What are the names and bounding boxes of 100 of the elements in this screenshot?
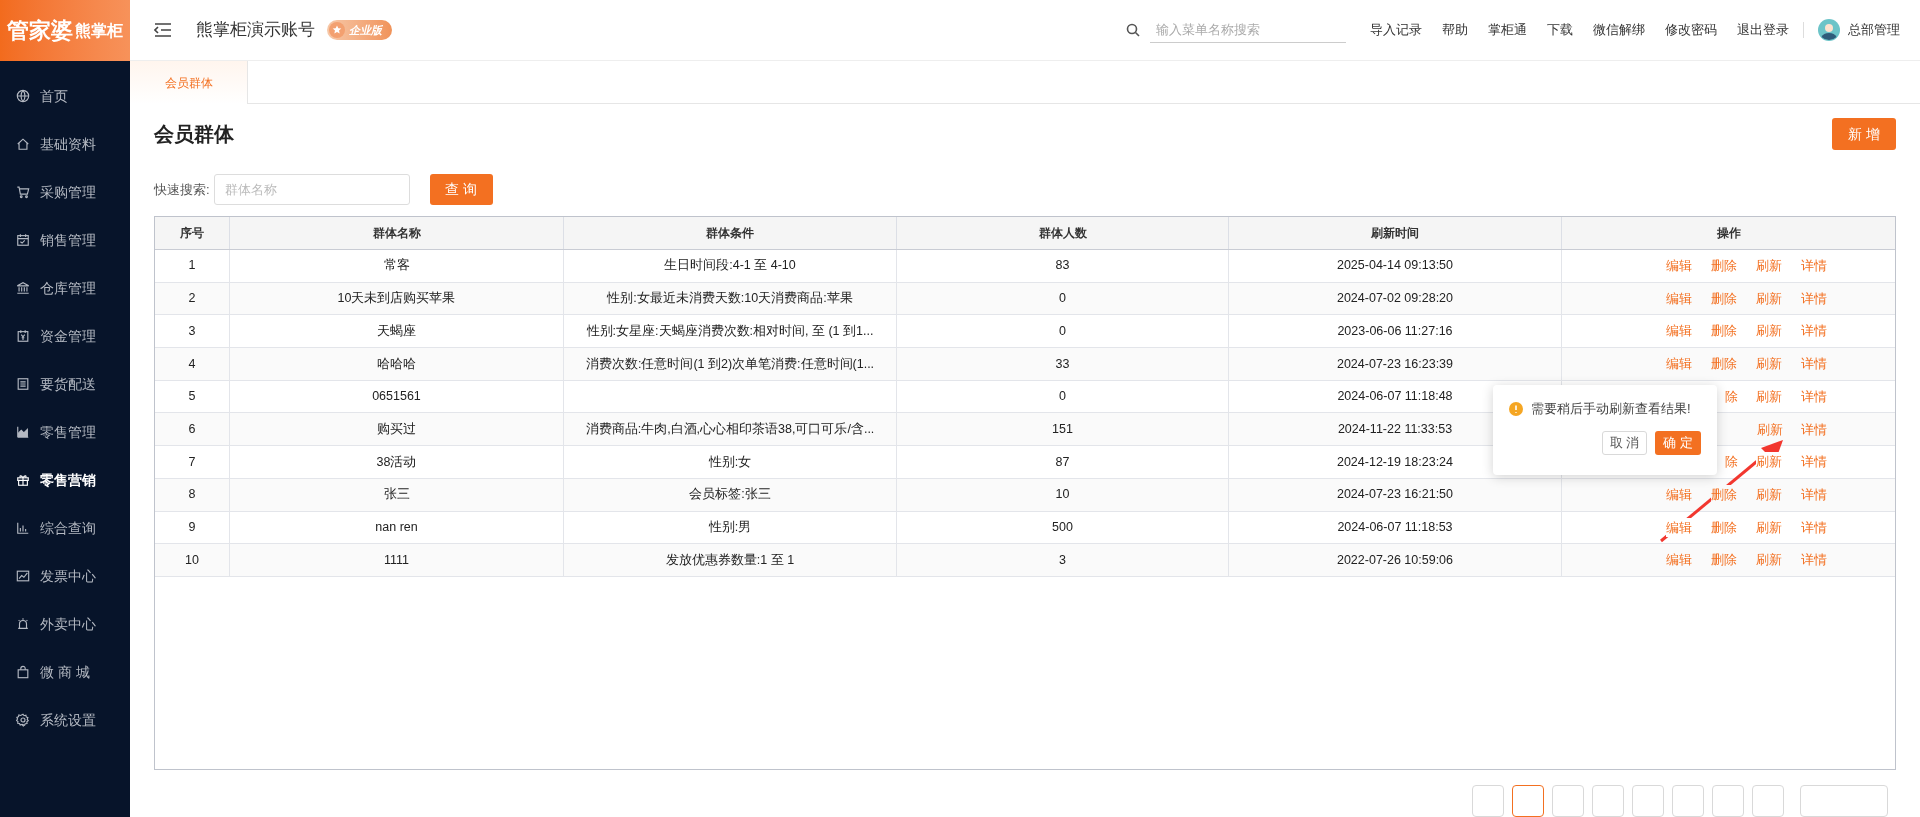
confirm-button[interactable]: 确 定 xyxy=(1655,430,1701,455)
action-link[interactable]: 编辑 xyxy=(1665,517,1692,538)
sidebar-item[interactable]: 基础资料 xyxy=(0,120,130,168)
table-cell-text: 2024-12-19 18:23:24 xyxy=(1336,453,1454,471)
action-link[interactable]: 删除 xyxy=(1710,484,1737,505)
bag-icon xyxy=(16,665,30,679)
table-cell-text: 2024-06-07 11:18:48 xyxy=(1337,388,1453,406)
table-cell-text: 0651561 xyxy=(372,388,421,406)
table-cell-text: 5 xyxy=(188,388,196,406)
group-name-field[interactable]: 群体名称 xyxy=(213,174,410,205)
table-cell-text: 张三 xyxy=(383,486,410,504)
sidebar-item[interactable]: 仓库管理 xyxy=(0,264,130,312)
table-cell-text: 2023-06-06 11:27:16 xyxy=(1337,322,1453,340)
table-cell-text: 2022-07-26 10:59:06 xyxy=(1336,551,1454,569)
page-size-select[interactable] xyxy=(1800,785,1888,817)
table-cell-text: 500 xyxy=(1052,518,1073,536)
table-cell-text: 10天未到店购买苹果 xyxy=(337,290,456,308)
table-cell-text: 7 xyxy=(188,453,196,471)
page-tab[interactable]: 会员群体 xyxy=(130,61,248,104)
table-cell-text: 10 xyxy=(1055,486,1070,504)
table-cell-text: 0 xyxy=(1059,290,1066,308)
house-icon xyxy=(16,137,30,151)
sidebar-item[interactable]: 采购管理 xyxy=(0,168,130,216)
table-cell-text: nan ren xyxy=(375,518,418,536)
sidebar-item[interactable]: 发票中心 xyxy=(0,552,130,600)
avatar-icon[interactable] xyxy=(1818,19,1840,41)
table-cell-text: 哈哈哈 xyxy=(377,355,416,373)
table-cell-text: 8 xyxy=(188,486,196,504)
table-cell-text: 1 xyxy=(188,257,196,275)
sidebar-item[interactable]: 零售管理 xyxy=(0,408,130,456)
table-cell-text: 性别:男 xyxy=(708,518,752,536)
logo-product: 熊掌柜 xyxy=(75,20,123,41)
popover-message: 需要稍后手动刷新查看结果! xyxy=(1531,400,1691,418)
table-cell-text: 2024-11-22 11:33:53 xyxy=(1337,420,1453,438)
table-cell-text: 2024-07-02 09:28:20 xyxy=(1336,290,1454,308)
calendar-icon xyxy=(16,233,30,247)
sidebar-item[interactable]: 要货配送 xyxy=(0,360,130,408)
table-cell-text: 消费商品:牛肉,白酒,心心相印茶语38,可口可乐/含... xyxy=(585,420,875,438)
table-cell-text: 天蝎座 xyxy=(377,322,416,340)
table-cell-text: 消费次数:任意时间(1 到2)次单笔消费:任意时间(1... xyxy=(585,355,875,373)
table-cell-text: 3 xyxy=(1059,551,1066,569)
column-header: 操作 xyxy=(1715,225,1742,242)
query-button[interactable]: 查 询 xyxy=(429,174,493,205)
table-cell-text: 2024-07-23 16:21:50 xyxy=(1336,486,1454,504)
table-cell-text: 38活动 xyxy=(376,453,417,471)
table-cell-text: 2 xyxy=(188,290,196,308)
table-cell-text: 0 xyxy=(1059,322,1066,340)
table-cell-text: 生日时间段:4-1 至 4-10 xyxy=(664,257,796,275)
header-link[interactable]: 导入记录 xyxy=(1370,20,1422,40)
table-cell-text: 83 xyxy=(1055,257,1070,275)
add-button[interactable]: 新 增 xyxy=(1832,118,1896,150)
header-link[interactable]: 掌柜通 xyxy=(1488,20,1527,40)
line-chart-icon xyxy=(16,569,30,583)
bank-icon xyxy=(16,281,30,295)
table-cell-text: 2024-07-23 16:23:39 xyxy=(1336,355,1454,373)
edition-label: 企业版 xyxy=(349,22,382,38)
sidebar-item[interactable]: 首页 xyxy=(0,72,130,120)
table-cell-text: 发放优惠券数量:1 至 1 xyxy=(665,551,795,569)
header-link[interactable]: 下载 xyxy=(1547,20,1573,40)
header-link[interactable]: 修改密码 xyxy=(1665,20,1717,40)
cancel-button[interactable]: 取 消 xyxy=(1601,430,1648,455)
gift-icon xyxy=(16,473,30,487)
user-name[interactable]: 总部管理 xyxy=(1848,20,1900,40)
column-header: 群体名称 xyxy=(230,217,564,249)
table-cell-text: 2024-06-07 11:18:53 xyxy=(1337,518,1453,536)
table-cell-text: 33 xyxy=(1055,355,1070,373)
table-cell-text: 性别:女最近未消费天数:10天消费商品:苹果 xyxy=(607,290,853,308)
column-header: 刷新时间 xyxy=(1229,217,1562,249)
page-button[interactable] xyxy=(1512,785,1544,817)
table-cell-text: 4 xyxy=(188,355,196,373)
cart-icon xyxy=(16,185,30,199)
table-cell-text: 87 xyxy=(1055,453,1070,471)
search-icon[interactable] xyxy=(1126,23,1140,37)
table-cell-text: 性别:女 xyxy=(708,453,752,471)
quick-search-label: 快速搜索: xyxy=(154,180,210,199)
warning-icon xyxy=(1509,401,1523,416)
column-header: 序号 xyxy=(155,217,230,249)
sidebar-item[interactable]: 微 商 城 xyxy=(0,648,130,696)
sidebar-item[interactable]: 系统设置 xyxy=(0,696,130,744)
account-name: 熊掌柜演示账号 xyxy=(196,19,315,42)
logo-brand: 管家婆 xyxy=(7,17,73,45)
sidebar-item[interactable]: 外卖中心 xyxy=(0,600,130,648)
table-cell-text: 151 xyxy=(1052,420,1073,438)
table-cell-text: 0 xyxy=(1059,388,1066,406)
table-cell-text: 会员标签:张三 xyxy=(689,486,771,504)
header-link[interactable]: 帮助 xyxy=(1442,20,1468,40)
header-link[interactable]: 退出登录 xyxy=(1737,20,1789,40)
table-cell-text: 3 xyxy=(188,322,196,340)
table-cell-text: 常客 xyxy=(383,257,410,275)
table-cell-text: 1111 xyxy=(384,551,409,569)
menu-search-field[interactable]: 输入菜单名称搜索 xyxy=(1150,17,1346,43)
menu-icon[interactable] xyxy=(154,23,172,37)
table-cell-text: 10 xyxy=(185,551,199,569)
header-link[interactable]: 微信解绑 xyxy=(1593,20,1645,40)
bar-chart-icon xyxy=(16,521,30,535)
sidebar-item[interactable]: 零售营销 xyxy=(0,456,130,504)
sidebar-item[interactable]: 综合查询 xyxy=(0,504,130,552)
sidebar-item[interactable]: 资金管理 xyxy=(0,312,130,360)
sidebar-item[interactable]: 销售管理 xyxy=(0,216,130,264)
table-cell-text: 2025-04-14 09:13:50 xyxy=(1336,257,1454,275)
